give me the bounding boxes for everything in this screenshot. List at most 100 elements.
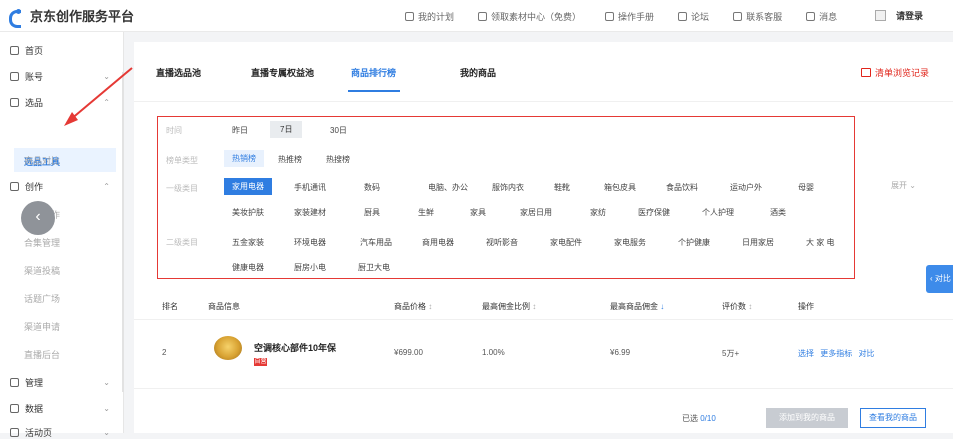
product-image[interactable] bbox=[214, 336, 242, 360]
tab-product-ranking[interactable]: 商品排行榜 bbox=[351, 66, 396, 79]
chevron-down-icon: ⌄ bbox=[909, 181, 916, 190]
filter-time-30d[interactable]: 30日 bbox=[330, 125, 347, 136]
view-my-products-button[interactable]: 查看我的商品 bbox=[860, 408, 926, 428]
th-product: 商品信息 bbox=[208, 302, 240, 311]
th-reviews[interactable]: 评价数 bbox=[722, 301, 752, 312]
selected-count: 已选 0/10 bbox=[682, 413, 716, 424]
user-login[interactable]: 请登录 bbox=[874, 9, 923, 22]
expand-toggle[interactable]: 展开 ⌄ bbox=[891, 180, 916, 191]
sidebar-subitem-compare[interactable]: 商品对比 bbox=[24, 154, 60, 167]
topnav-message[interactable]: 消息 bbox=[806, 10, 837, 23]
filter-cat2-option[interactable]: 健康电器 bbox=[232, 262, 264, 273]
filter-time-yesterday[interactable]: 昨日 bbox=[232, 125, 248, 136]
filter-cat1-option[interactable]: 家用电器 bbox=[224, 178, 272, 195]
topnav-forum[interactable]: 论坛 bbox=[678, 10, 709, 23]
topnav-manual[interactable]: 操作手册 bbox=[605, 10, 654, 23]
sidebar-item-label: 创作 bbox=[25, 182, 44, 192]
th-actions: 操作 bbox=[798, 302, 814, 311]
sidebar-item-label: 选品 bbox=[25, 98, 44, 108]
browse-history-link[interactable]: 清单浏览记录 bbox=[860, 66, 929, 79]
filter-cat2-option[interactable]: 环境电器 bbox=[294, 237, 326, 248]
tab-my-products[interactable]: 我的商品 bbox=[460, 66, 496, 79]
topnav-service[interactable]: 联系客服 bbox=[733, 10, 782, 23]
filter-type-hot-search[interactable]: 热搜榜 bbox=[326, 154, 350, 165]
filter-cat1-option[interactable]: 数码 bbox=[364, 182, 380, 193]
login-link[interactable]: 请登录 bbox=[896, 9, 923, 22]
product-name[interactable]: 空调核心部件10年保 bbox=[254, 341, 336, 354]
filter-cat1-option[interactable]: 生鲜 bbox=[418, 207, 434, 218]
sidebar-subitem-submit[interactable]: 渠道投稿 bbox=[24, 264, 60, 277]
filter-cat2-option[interactable]: 视听影音 bbox=[486, 237, 518, 248]
app-title: 京东创作服务平台 bbox=[30, 9, 135, 24]
tab-live-benefit-pool[interactable]: 直播专属权益池 bbox=[251, 66, 314, 79]
active-tab-indicator bbox=[348, 90, 400, 92]
filter-cat1-option[interactable]: 食品饮料 bbox=[666, 182, 698, 193]
top-bar: 京东创作服务平台 我的计划 领取素材中心（免费） 操作手册 论坛 联系客服 消息… bbox=[0, 0, 953, 32]
cell-rank: 2 bbox=[162, 348, 167, 357]
logo-icon bbox=[8, 8, 24, 28]
sidebar-subitem-topic[interactable]: 话题广场 bbox=[24, 292, 60, 305]
filter-cat2-option[interactable]: 日用家居 bbox=[742, 237, 774, 248]
collapse-sidebar-button[interactable]: ‹ bbox=[21, 201, 55, 235]
filter-cat1-option[interactable]: 酒类 bbox=[770, 207, 786, 218]
th-price[interactable]: 商品价格 bbox=[394, 301, 432, 312]
data-icon bbox=[10, 404, 19, 413]
main-panel: 直播选品池 直播专属权益池 商品排行榜 我的商品 清单浏览记录 时间 昨日 7日… bbox=[134, 42, 953, 433]
filter-cat1-option[interactable]: 个人护理 bbox=[702, 207, 734, 218]
cell-commission-rate: 1.00% bbox=[482, 348, 505, 357]
more-metrics-link[interactable]: 更多指标 bbox=[820, 349, 852, 358]
add-to-my-products-button[interactable]: 添加到我的商品 bbox=[766, 408, 848, 428]
filter-cat1-option[interactable]: 电脑、办公 bbox=[428, 182, 468, 193]
sidebar-subitem-collection[interactable]: 合集管理 bbox=[24, 236, 60, 249]
select-link[interactable]: 选择 bbox=[798, 349, 814, 358]
filter-cat2-option[interactable]: 家电服务 bbox=[614, 237, 646, 248]
compare-link[interactable]: 对比 bbox=[858, 349, 874, 358]
filter-cat2-option[interactable]: 厨卫大电 bbox=[358, 262, 390, 273]
sidebar-subitem-live[interactable]: 直播后台 bbox=[24, 348, 60, 361]
sidebar-item-create[interactable]: 创作 ⌃ bbox=[10, 180, 110, 193]
filter-cat1-option[interactable]: 手机通讯 bbox=[294, 182, 326, 193]
filter-cat1-option[interactable]: 美妆护肤 bbox=[232, 207, 264, 218]
filter-cat1-option[interactable]: 家纺 bbox=[590, 207, 606, 218]
filter-cat1-option[interactable]: 服饰内衣 bbox=[492, 182, 524, 193]
filter-cat1-option[interactable]: 家装建材 bbox=[294, 207, 326, 218]
filter-cat2-option[interactable]: 厨房小电 bbox=[294, 262, 326, 273]
filter-panel: 时间 昨日 7日 30日 榜单类型 热销榜 热推榜 热搜榜 一级类目 家用电器 … bbox=[157, 116, 855, 279]
filter-cat1-option[interactable]: 鞋靴 bbox=[554, 182, 570, 193]
filter-label-cat1: 一级类目 bbox=[166, 184, 198, 193]
logo[interactable]: 京东创作服务平台 bbox=[8, 6, 135, 28]
topnav-material[interactable]: 领取素材中心（免费） bbox=[478, 10, 581, 23]
filter-cat2-option[interactable]: 商用电器 bbox=[422, 237, 454, 248]
filter-cat2-option[interactable]: 大 家 电 bbox=[806, 237, 834, 248]
chevron-down-icon: ⌄ bbox=[103, 404, 110, 413]
manage-icon bbox=[10, 378, 19, 387]
tab-live-pool[interactable]: 直播选品池 bbox=[156, 66, 201, 79]
filter-cat2-option[interactable]: 家电配件 bbox=[550, 237, 582, 248]
browse-history-label: 清单浏览记录 bbox=[874, 68, 929, 78]
filter-cat1-option[interactable]: 家居日用 bbox=[520, 207, 552, 218]
sidebar-item-home[interactable]: 首页 bbox=[10, 44, 110, 57]
cell-reviews: 5万+ bbox=[722, 349, 740, 358]
compare-side-tab[interactable]: ‹ 对比 bbox=[926, 265, 953, 293]
message-icon bbox=[806, 11, 816, 21]
filter-cat1-option[interactable]: 厨具 bbox=[364, 207, 380, 218]
filter-cat1-option[interactable]: 运动户外 bbox=[730, 182, 762, 193]
sidebar-item-data[interactable]: 数据 ⌄ bbox=[10, 402, 110, 415]
th-commission-rate[interactable]: 最高佣金比例 bbox=[482, 301, 536, 312]
filter-cat1-option[interactable]: 家具 bbox=[470, 207, 486, 218]
sidebar-subitem-apply[interactable]: 渠道申请 bbox=[24, 320, 60, 333]
topnav-label: 论坛 bbox=[691, 11, 710, 22]
filter-cat2-option[interactable]: 个护健康 bbox=[678, 237, 710, 248]
filter-time-7d[interactable]: 7日 bbox=[270, 121, 303, 138]
filter-label-time: 时间 bbox=[166, 126, 182, 135]
filter-cat2-option[interactable]: 汽车用品 bbox=[360, 237, 392, 248]
topnav-plan[interactable]: 我的计划 bbox=[405, 10, 454, 23]
filter-type-hot-push[interactable]: 热推榜 bbox=[278, 154, 302, 165]
filter-cat2-option[interactable]: 五金家装 bbox=[232, 237, 264, 248]
filter-cat1-option[interactable]: 医疗保健 bbox=[638, 207, 670, 218]
sidebar-item-manage[interactable]: 管理 ⌄ bbox=[10, 376, 110, 389]
filter-cat1-option[interactable]: 母婴 bbox=[798, 182, 814, 193]
th-commission[interactable]: 最高商品佣金 bbox=[610, 301, 664, 312]
filter-cat1-option[interactable]: 箱包皮具 bbox=[604, 182, 636, 193]
filter-type-hot-sale[interactable]: 热销榜 bbox=[224, 150, 264, 167]
